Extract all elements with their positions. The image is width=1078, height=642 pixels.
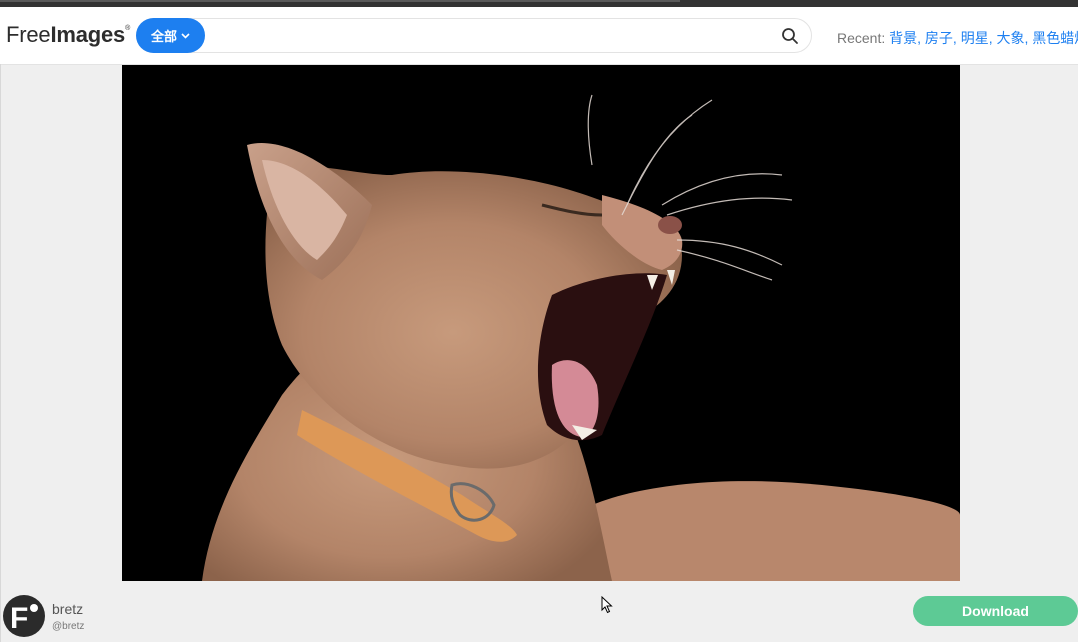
chevron-down-icon — [181, 31, 190, 41]
yawning-cat-image — [122, 65, 960, 581]
search-bar: 全部 — [136, 18, 812, 53]
logo-text-light: Free — [6, 22, 51, 47]
search-category-label: 全部 — [150, 29, 177, 44]
author-name[interactable]: bretz — [52, 601, 83, 617]
site-logo[interactable]: FreeImages® — [6, 22, 130, 48]
recent-item[interactable]: 背景 — [889, 30, 917, 46]
recent-label: Recent: — [837, 30, 886, 46]
image-footer: F bretz @bretz Download — [0, 581, 1078, 642]
main-photo[interactable] — [122, 65, 960, 581]
recent-item[interactable]: 大象 — [996, 30, 1024, 46]
logo-text-bold: Images — [50, 22, 126, 47]
svg-text:F: F — [10, 602, 28, 635]
search-input[interactable] — [213, 23, 777, 50]
recent-item[interactable]: 黑色蜡烛 — [1032, 30, 1078, 46]
browser-top-strip — [0, 0, 1078, 7]
page-left-border — [0, 64, 1, 642]
download-button[interactable]: Download — [913, 596, 1078, 626]
recent-item[interactable]: 明星 — [961, 30, 989, 46]
avatar-logo-icon: F — [10, 602, 38, 635]
recent-item[interactable]: 房子 — [925, 30, 953, 46]
search-icon[interactable] — [781, 27, 799, 45]
search-category-dropdown[interactable]: 全部 — [136, 18, 205, 53]
avatar[interactable]: F — [3, 595, 45, 637]
author-handle[interactable]: @bretz — [52, 621, 84, 632]
mouse-cursor-icon — [601, 596, 613, 614]
site-header: FreeImages® 全部 Recent: 背景, 房子, 明星, 大象, 黑… — [0, 7, 1078, 65]
recent-searches: Recent: 背景, 房子, 明星, 大象, 黑色蜡烛 — [837, 28, 1078, 48]
logo-registered-mark: ® — [125, 24, 131, 32]
